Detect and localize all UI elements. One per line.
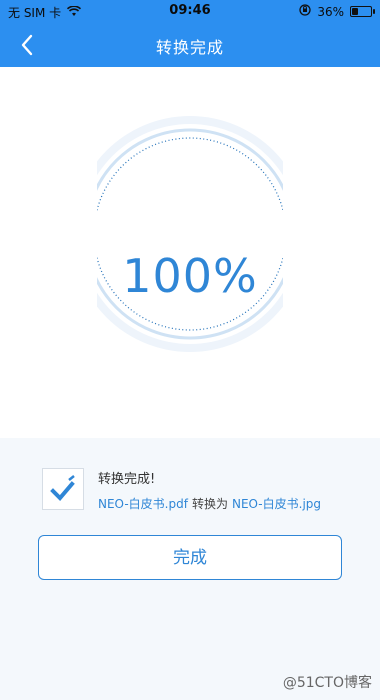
file-icon-box [42, 468, 84, 510]
battery-icon [350, 6, 375, 17]
done-button[interactable]: 完成 [38, 535, 342, 580]
checkmark-icon [50, 475, 75, 501]
status-right: 36% [299, 4, 375, 19]
battery-percent: 36% [317, 4, 344, 19]
progress-percent: 100% [122, 249, 258, 303]
result-row: 转换完成! NEO-白皮书.pdf 转换为 NEO-白皮书.jpg [42, 466, 352, 512]
battery-fill [352, 8, 359, 15]
progress-area: 100% [0, 67, 380, 438]
page-title: 转换完成 [155, 38, 224, 57]
status-left: 无 SIM 卡 [8, 4, 82, 21]
source-file-link[interactable]: NEO-白皮书.pdf [98, 497, 188, 511]
conversion-word: 转换为 [191, 497, 228, 511]
result-title: 转换完成! [98, 472, 156, 487]
target-file-link[interactable]: NEO-白皮书.jpg [232, 497, 321, 511]
status-time: 09:46 [169, 3, 211, 18]
result-detail: NEO-白皮书.pdf 转换为 NEO-白皮书.jpg [98, 495, 321, 512]
wifi-icon [67, 4, 82, 20]
status-bar: 无 SIM 卡 09:46 36% [0, 0, 380, 22]
progress-ring-graphic [97, 116, 283, 352]
nav-bar: 转换完成 [0, 22, 380, 67]
result-panel: 转换完成! NEO-白皮书.pdf 转换为 NEO-白皮书.jpg 完成 @51CT… [0, 438, 380, 700]
carrier-label: 无 SIM 卡 [8, 6, 62, 20]
progress-ring: 100% [97, 114, 283, 354]
orientation-lock-icon [299, 4, 311, 19]
watermark: @51CTO博客 [282, 675, 372, 691]
